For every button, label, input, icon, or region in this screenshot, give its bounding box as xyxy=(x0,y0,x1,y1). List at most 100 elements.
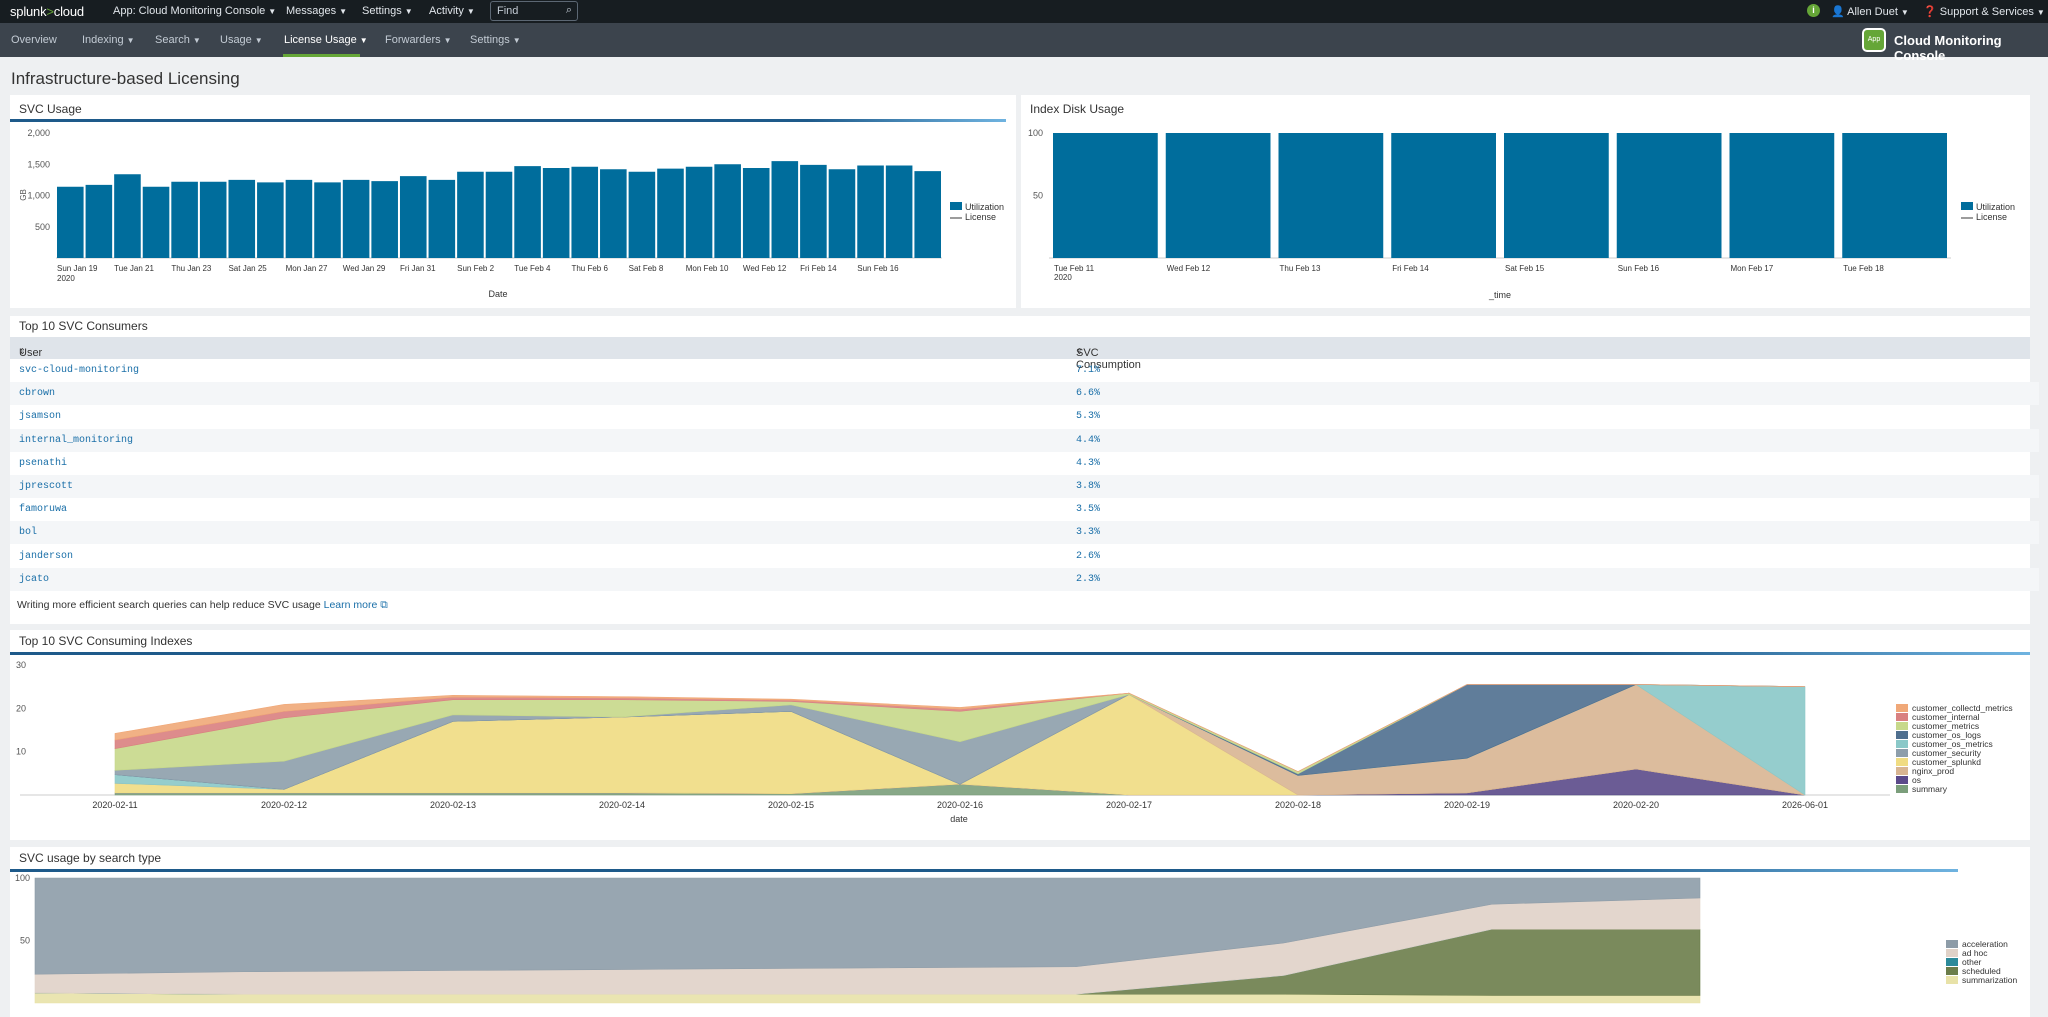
find-input[interactable]: Find ⌕ xyxy=(490,1,578,21)
legend-swatch xyxy=(1896,776,1908,784)
svc-consumption-cell[interactable]: 5.3% xyxy=(1076,411,1100,422)
index-disk-chart: 100 50 Tue Feb 11 Wed Feb 12 Thu Feb 13 Fri F… xyxy=(1028,128,2015,300)
utilization-bar xyxy=(657,168,684,258)
logo-text: splunk xyxy=(10,4,47,19)
svc-consumption-cell[interactable]: 3.5% xyxy=(1076,504,1100,515)
user-cell[interactable]: jprescott xyxy=(19,481,73,492)
table-row[interactable]: svc-cloud-monitoring 7.1% xyxy=(10,359,2039,382)
user-cell[interactable]: famoruwa xyxy=(19,504,67,515)
utilization-bar xyxy=(514,166,541,258)
y-axis-label: GB xyxy=(19,189,28,201)
table-row[interactable]: cbrown 6.6% xyxy=(10,382,2039,406)
user-cell[interactable]: psenathi xyxy=(19,458,67,469)
utilization-bar xyxy=(885,165,913,258)
table-row[interactable]: psenathi 4.3% xyxy=(10,452,2039,475)
utilization-bar xyxy=(485,171,513,258)
nav-indexing[interactable]: Indexing ▼ xyxy=(82,34,135,46)
splunk-cloud-logo[interactable]: splunk>cloud xyxy=(10,4,84,19)
svc-consumption-cell[interactable]: 4.3% xyxy=(1076,458,1100,469)
x-axis-label: date xyxy=(950,814,968,824)
chevron-down-icon: ▼ xyxy=(254,36,263,45)
app-nav-bar: Overview Indexing ▼ Search ▼ Usage ▼ Licens… xyxy=(0,23,2048,63)
x-tick-label: Wed Feb 12 xyxy=(743,264,787,273)
panel-title: Top 10 SVC Consuming Indexes xyxy=(19,634,193,648)
learn-more-link[interactable]: Learn more ⧉ xyxy=(324,599,388,611)
svc-consumption-cell[interactable]: 2.3% xyxy=(1076,574,1100,585)
support-menu[interactable]: ❓ Support & Services ▼ xyxy=(1923,5,2045,18)
info-icon[interactable]: i xyxy=(1807,4,1820,17)
utilization-bar xyxy=(257,182,284,258)
chevron-down-icon: ▼ xyxy=(339,7,348,16)
utilization-bar xyxy=(628,171,656,258)
user-cell[interactable]: jsamson xyxy=(19,411,61,422)
top-consumers-panel: Top 10 SVC Consumers User ⇕ SVC Consumpt… xyxy=(10,316,2039,624)
x-tick-label: 2020-02-15 xyxy=(768,800,814,810)
legend-swatch xyxy=(1896,722,1908,730)
svc-consumption-cell[interactable]: 3.3% xyxy=(1076,527,1100,538)
table-row[interactable]: jcato 2.3% xyxy=(10,567,2039,591)
user-cell[interactable]: internal_monitoring xyxy=(19,435,133,446)
activity-menu[interactable]: Activity ▼ xyxy=(429,5,475,17)
legend-swatch xyxy=(1896,758,1908,766)
messages-menu[interactable]: Messages ▼ xyxy=(286,5,347,17)
search-type-panel: SVC usage by search type 100 50 accelerati… xyxy=(10,847,2030,1017)
utilization-bar xyxy=(1842,133,1947,258)
user-cell[interactable]: bol xyxy=(19,527,37,538)
x-tick-label: Tue Jan 21 xyxy=(114,264,154,273)
utilization-bar xyxy=(771,161,799,258)
legend-swatch xyxy=(1896,740,1908,748)
nav-label: License Usage xyxy=(284,34,357,46)
table-row[interactable]: internal_monitoring 4.4% xyxy=(10,428,2039,452)
table-row[interactable]: jsamson 5.3% xyxy=(10,405,2039,428)
svc-consumption-cell[interactable]: 7.1% xyxy=(1076,365,1100,376)
chevron-down-icon: ▼ xyxy=(1900,8,1909,17)
table-row[interactable]: bol 3.3% xyxy=(10,521,2039,545)
svc-consumption-cell[interactable]: 2.6% xyxy=(1076,551,1100,562)
sort-icon: ⇕ xyxy=(1076,347,1083,356)
y-tick-label: 50 xyxy=(20,936,30,946)
x-tick-label: Thu Feb 6 xyxy=(571,264,608,273)
utilization-bar xyxy=(571,166,599,258)
legend-swatch xyxy=(1896,749,1908,757)
nav-license-usage[interactable]: License Usage ▼ xyxy=(284,34,368,46)
x-tick-label: Mon Feb 10 xyxy=(686,264,729,273)
search-type-chart: 10050 accelerationad hocotherscheduledsum… xyxy=(15,873,2018,1004)
x-tick-label: 2020-02-19 xyxy=(1444,800,1490,810)
legend-swatch xyxy=(1896,767,1908,775)
nav-forwarders[interactable]: Forwarders ▼ xyxy=(385,34,452,46)
help-icon: ❓ xyxy=(1923,6,1937,18)
y-tick-label: 500 xyxy=(35,222,50,232)
table-header: User ⇕ SVC Consumption ⇕ xyxy=(10,337,2030,371)
x-tick-label: 2020-02-16 xyxy=(937,800,983,810)
nav-usage[interactable]: Usage ▼ xyxy=(220,34,263,46)
chevron-down-icon: ▼ xyxy=(268,7,277,16)
legend-label: License xyxy=(965,212,996,222)
user-cell[interactable]: janderson xyxy=(19,551,73,562)
external-link-icon: ⧉ xyxy=(380,599,388,611)
utilization-bar xyxy=(114,174,141,258)
y-tick-label: 2,000 xyxy=(27,128,50,138)
user-cell[interactable]: jcato xyxy=(19,574,49,585)
app-menu-label: App: Cloud Monitoring Console xyxy=(113,5,266,17)
app-menu[interactable]: App: Cloud Monitoring Console ▼ xyxy=(113,5,276,17)
user-cell[interactable]: cbrown xyxy=(19,388,55,399)
x-tick-label: Sun Feb 16 xyxy=(1618,264,1660,273)
table-row[interactable]: famoruwa 3.5% xyxy=(10,498,2039,521)
utilization-bar xyxy=(914,171,941,258)
settings-menu[interactable]: Settings ▼ xyxy=(362,5,413,17)
user-menu[interactable]: 👤 Allen Duet ▼ xyxy=(1831,5,1909,18)
user-cell[interactable]: svc-cloud-monitoring xyxy=(19,365,139,376)
nav-overview[interactable]: Overview xyxy=(11,34,57,46)
svc-consumption-cell[interactable]: 3.8% xyxy=(1076,481,1100,492)
utilization-bar xyxy=(742,168,770,258)
nav-search[interactable]: Search ▼ xyxy=(155,34,201,46)
svc-consumption-cell[interactable]: 6.6% xyxy=(1076,388,1100,399)
table-row[interactable]: janderson 2.6% xyxy=(10,545,2039,568)
svc-consumption-cell[interactable]: 4.4% xyxy=(1076,435,1100,446)
nav-settings[interactable]: Settings ▼ xyxy=(470,34,521,46)
table-row[interactable]: jprescott 3.8% xyxy=(10,475,2039,498)
panel-divider xyxy=(10,119,1006,122)
utilization-bar xyxy=(285,179,313,258)
x-tick-label: Sat Feb 15 xyxy=(1505,264,1545,273)
active-tab-indicator xyxy=(283,54,360,57)
